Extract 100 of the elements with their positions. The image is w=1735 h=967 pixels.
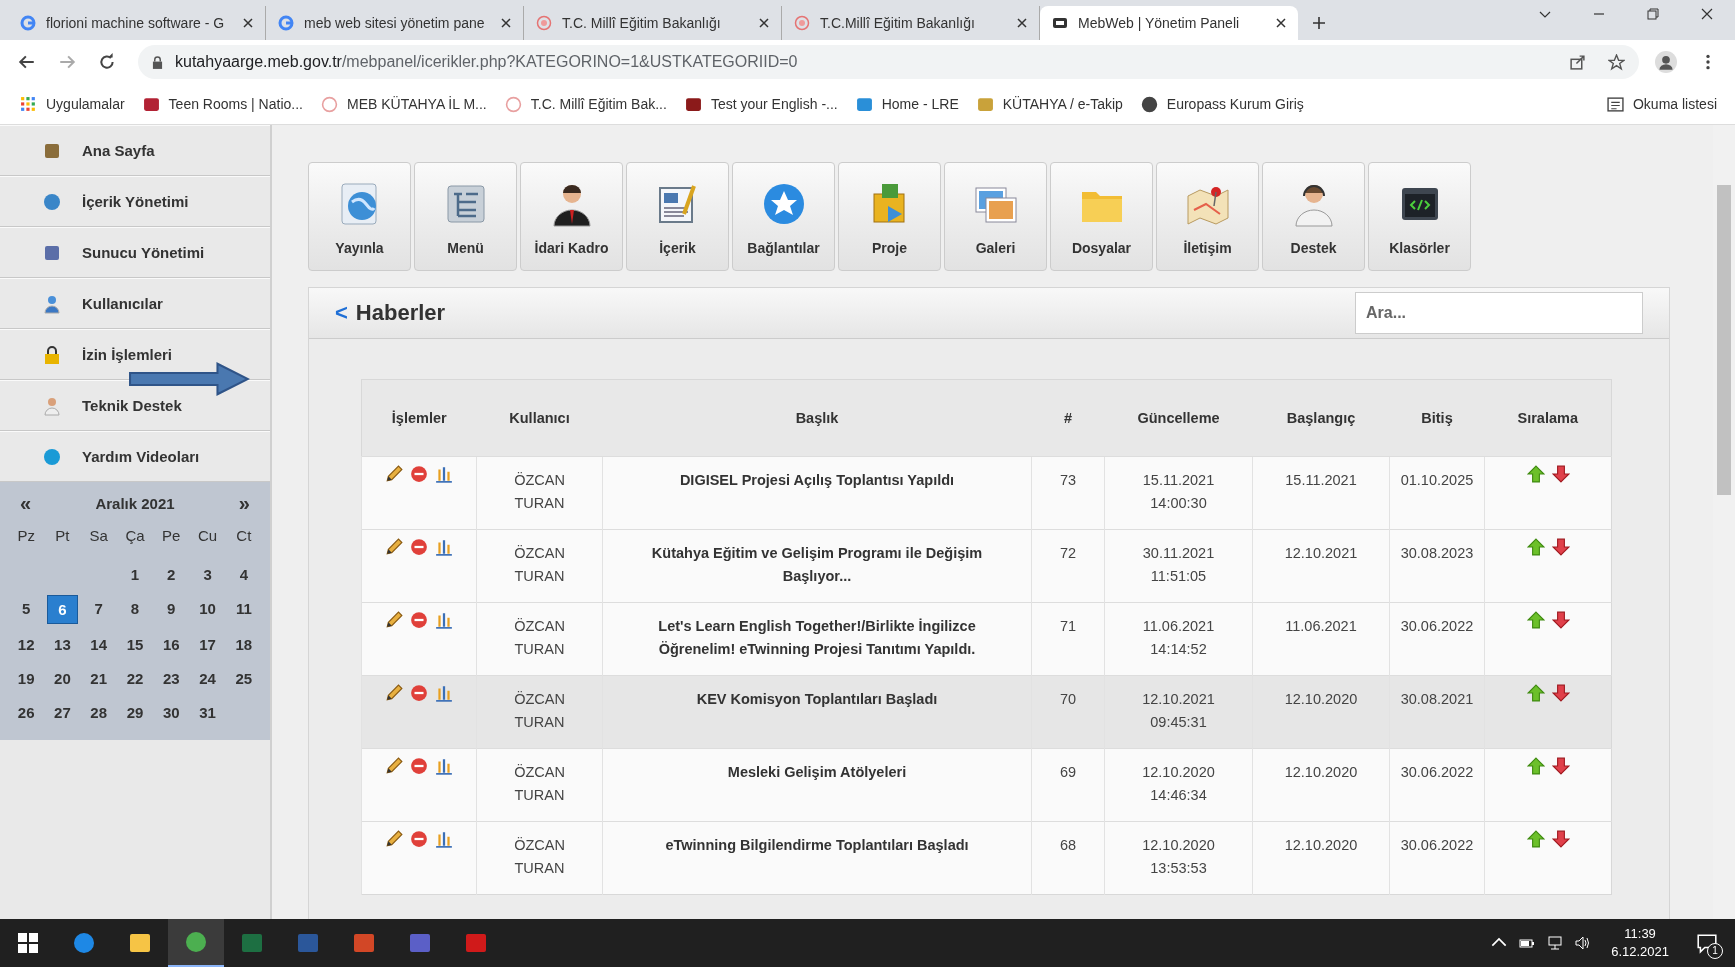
arrow-up-icon[interactable] bbox=[1526, 684, 1545, 702]
back-icon[interactable] bbox=[18, 53, 36, 71]
toolbar-button[interactable]: İçerik bbox=[626, 162, 729, 271]
calendar-day[interactable]: 3 bbox=[192, 561, 223, 588]
next-month-button[interactable]: » bbox=[238, 492, 250, 515]
calendar-day[interactable]: 29 bbox=[119, 699, 151, 726]
calendar-day[interactable]: 5 bbox=[11, 595, 42, 622]
bookmark[interactable]: Test your English -... bbox=[684, 95, 838, 113]
sidebar-item[interactable]: İçerik Yönetimi bbox=[0, 176, 270, 227]
arrow-up-icon[interactable] bbox=[1526, 611, 1545, 629]
close-icon[interactable] bbox=[1701, 8, 1713, 20]
arrow-down-icon[interactable] bbox=[1551, 830, 1570, 848]
calendar-day[interactable]: 31 bbox=[192, 699, 223, 726]
clock[interactable]: 11:39 6.12.2021 bbox=[1603, 925, 1677, 961]
pencil-icon[interactable] bbox=[385, 465, 403, 483]
back-link[interactable]: < bbox=[335, 300, 348, 326]
calendar-day[interactable]: 21 bbox=[83, 665, 114, 692]
browser-tab[interactable]: MebWeb | Yönetim Paneli bbox=[1040, 6, 1298, 40]
bar-chart-icon[interactable] bbox=[435, 611, 453, 629]
calendar-day[interactable]: 7 bbox=[83, 595, 114, 622]
arrow-up-icon[interactable] bbox=[1526, 830, 1545, 848]
toolbar-button[interactable]: Destek bbox=[1262, 162, 1365, 271]
arrow-up-icon[interactable] bbox=[1526, 757, 1545, 775]
arrow-up-icon[interactable] bbox=[1526, 538, 1545, 556]
arrow-down-icon[interactable] bbox=[1551, 611, 1570, 629]
bar-chart-icon[interactable] bbox=[435, 538, 453, 556]
pencil-icon[interactable] bbox=[385, 684, 403, 702]
star-icon[interactable] bbox=[1608, 53, 1625, 71]
bookmark[interactable]: Home - LRE bbox=[855, 95, 959, 113]
close-icon[interactable] bbox=[759, 18, 769, 28]
bookmark[interactable]: MEB KÜTAHYA İL M... bbox=[320, 95, 487, 113]
delete-icon[interactable] bbox=[410, 538, 428, 556]
arrow-down-icon[interactable] bbox=[1551, 757, 1570, 775]
calendar-day[interactable]: 20 bbox=[47, 665, 78, 692]
delete-icon[interactable] bbox=[410, 830, 428, 848]
speaker-icon[interactable] bbox=[1575, 935, 1592, 951]
new-tab-icon[interactable] bbox=[1312, 16, 1326, 30]
close-icon[interactable] bbox=[1276, 18, 1286, 28]
pencil-icon[interactable] bbox=[385, 757, 403, 775]
calendar-day[interactable]: 22 bbox=[119, 665, 151, 692]
bookmark[interactable]: Uygulamalar bbox=[20, 95, 125, 113]
sidebar-item[interactable]: Ana Sayfa bbox=[0, 125, 270, 176]
calendar-day[interactable]: 8 bbox=[119, 595, 151, 622]
delete-icon[interactable] bbox=[410, 757, 428, 775]
close-icon[interactable] bbox=[501, 18, 511, 28]
calendar-day[interactable]: 16 bbox=[156, 631, 187, 658]
calendar-day[interactable]: 15 bbox=[119, 631, 151, 658]
calendar-day[interactable]: 30 bbox=[156, 699, 187, 726]
calendar-day[interactable]: 23 bbox=[156, 665, 187, 692]
profile-icon[interactable] bbox=[1655, 51, 1677, 73]
notifications-button[interactable]: 1 bbox=[1689, 923, 1725, 963]
arrow-down-icon[interactable] bbox=[1551, 465, 1570, 483]
pencil-icon[interactable] bbox=[385, 611, 403, 629]
share-icon[interactable] bbox=[1569, 53, 1586, 71]
calendar-day[interactable]: 18 bbox=[228, 631, 259, 658]
bar-chart-icon[interactable] bbox=[435, 830, 453, 848]
bar-chart-icon[interactable] bbox=[435, 465, 453, 483]
calendar-day[interactable]: 24 bbox=[192, 665, 223, 692]
address-bar[interactable]: kutahyaarge.meb.gov.tr/mebpanel/icerikler.php?KATEGORINO=1&USTKATEGORIID=0 bbox=[138, 45, 1639, 79]
bookmark[interactable]: Teen Rooms | Natio... bbox=[142, 95, 303, 113]
toolbar-button[interactable]: İdari Kadro bbox=[520, 162, 623, 271]
network-icon[interactable] bbox=[1547, 935, 1564, 951]
calendar-day[interactable]: 4 bbox=[228, 561, 259, 588]
calendar-day[interactable]: 13 bbox=[47, 631, 78, 658]
toolbar-button[interactable]: Proje bbox=[838, 162, 941, 271]
bookmark[interactable]: T.C. Millî Eğitim Bak... bbox=[504, 95, 667, 113]
close-icon[interactable] bbox=[243, 18, 253, 28]
close-icon[interactable] bbox=[1017, 18, 1027, 28]
toolbar-button[interactable]: İletişim bbox=[1156, 162, 1259, 271]
calendar-day[interactable]: 1 bbox=[119, 561, 151, 588]
calendar-day[interactable]: 2 bbox=[156, 561, 187, 588]
bookmark[interactable]: Europass Kurum Giriş bbox=[1140, 95, 1304, 113]
toolbar-button[interactable]: Yayınla bbox=[308, 162, 411, 271]
toolbar-button[interactable]: Menü bbox=[414, 162, 517, 271]
delete-icon[interactable] bbox=[410, 684, 428, 702]
calendar-day[interactable]: 6 bbox=[47, 595, 78, 624]
pencil-icon[interactable] bbox=[385, 538, 403, 556]
calendar-day[interactable]: 10 bbox=[192, 595, 223, 622]
calendar-day[interactable]: 26 bbox=[11, 699, 42, 726]
calendar-day[interactable]: 27 bbox=[47, 699, 78, 726]
toolbar-button[interactable]: Klasörler bbox=[1368, 162, 1471, 271]
reload-icon[interactable] bbox=[98, 53, 116, 71]
pencil-icon[interactable] bbox=[385, 830, 403, 848]
bookmark[interactable]: KÜTAHYA / e-Takip bbox=[976, 95, 1123, 113]
calendar-day[interactable]: 28 bbox=[83, 699, 114, 726]
bar-chart-icon[interactable] bbox=[435, 684, 453, 702]
arrow-down-icon[interactable] bbox=[1551, 684, 1570, 702]
calendar-day[interactable]: 19 bbox=[11, 665, 42, 692]
previous-month-button[interactable]: « bbox=[20, 492, 32, 515]
reading-list[interactable]: Okuma listesi bbox=[1606, 95, 1717, 113]
toolbar-button[interactable]: Galeri bbox=[944, 162, 1047, 271]
restore-icon[interactable] bbox=[1647, 8, 1659, 20]
arrow-down-icon[interactable] bbox=[1551, 538, 1570, 556]
calendar-day[interactable]: 11 bbox=[228, 595, 259, 622]
bar-chart-icon[interactable] bbox=[435, 757, 453, 775]
calendar-day[interactable]: 17 bbox=[192, 631, 223, 658]
search-field[interactable]: Ara... bbox=[1355, 292, 1643, 334]
calendar-day[interactable]: 14 bbox=[83, 631, 114, 658]
toolbar-button[interactable]: Dosyalar bbox=[1050, 162, 1153, 271]
calendar-day[interactable]: 25 bbox=[228, 665, 259, 692]
